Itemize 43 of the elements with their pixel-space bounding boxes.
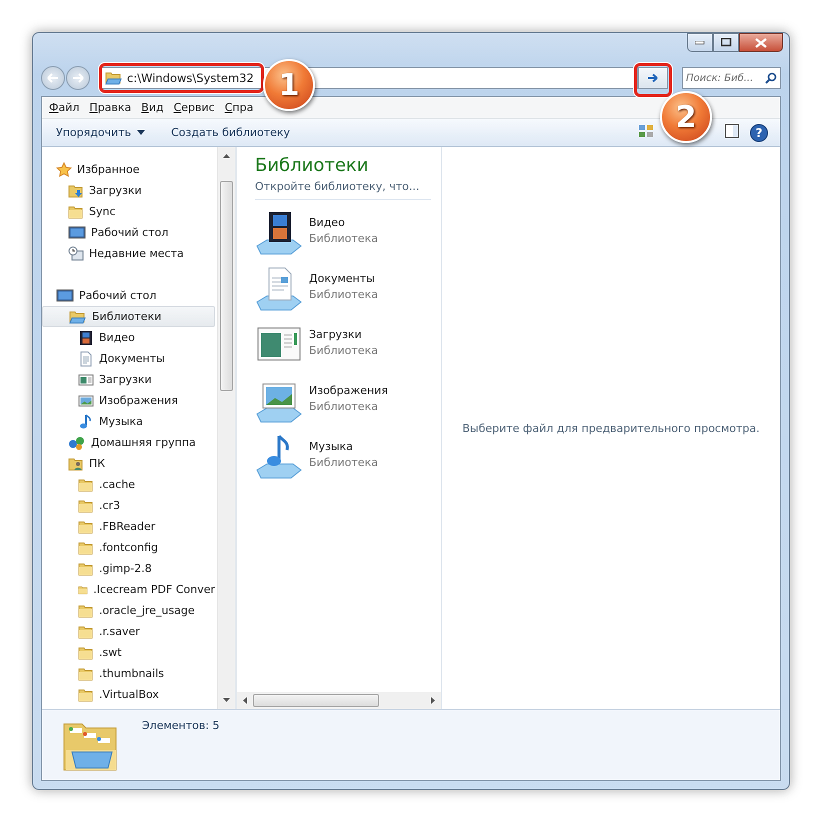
organize-dropdown[interactable]: Упорядочить <box>48 123 154 142</box>
preview-message: Выберите файл для предварительного просмотра. <box>462 422 760 434</box>
tree-item[interactable]: Музыка <box>42 411 215 432</box>
tree-item[interactable]: Изображения <box>42 390 215 411</box>
tree-item[interactable]: Загрузки <box>42 369 215 390</box>
library-item[interactable]: Изображения Библиотека <box>249 374 441 430</box>
help-button[interactable]: ? <box>750 124 768 142</box>
tree-item[interactable]: .Icecream PDF Conver <box>42 579 215 600</box>
tree-item[interactable]: Избранное <box>42 159 215 180</box>
tree-item[interactable]: Библиотеки <box>42 306 215 327</box>
menu-item[interactable]: Спра <box>220 101 258 114</box>
tree-item[interactable]: .cr3 <box>42 495 215 516</box>
search-field[interactable]: Поиск: Биб... <box>682 67 781 89</box>
library-item[interactable]: Видео Библиотека <box>249 206 441 262</box>
libraries-hint: Откройте библиотеку, что... <box>255 180 431 200</box>
tree-item[interactable]: Рабочий стол <box>42 285 215 306</box>
menu-item[interactable]: Вид <box>136 101 169 114</box>
tree-item[interactable]: .VirtualBox <box>42 684 215 705</box>
libraries-heading: Библиотеки <box>255 155 370 176</box>
tree-item[interactable]: .cache <box>42 474 215 495</box>
tree-item[interactable]: Sync <box>42 201 215 222</box>
tree-item[interactable]: .thumbnails <box>42 663 215 684</box>
tree-item[interactable]: .r.saver <box>42 621 215 642</box>
library-item[interactable]: Музыка Библиотека <box>249 430 441 486</box>
library-item[interactable]: Загрузки Библиотека <box>249 318 441 374</box>
menu-item[interactable]: Сервис <box>168 101 220 114</box>
item-count: Элементов: 5 <box>142 719 220 732</box>
menu-item[interactable]: Правка <box>84 101 136 114</box>
library-item[interactable]: Документы Библиотека <box>249 262 441 318</box>
tree-item[interactable]: ПК <box>42 453 215 474</box>
tree-item[interactable]: .FBReader <box>42 516 215 537</box>
tree-item[interactable]: Домашняя группа <box>42 432 215 453</box>
tree-item[interactable]: .fontconfig <box>42 537 215 558</box>
tree-item[interactable]: Видео <box>42 327 215 348</box>
tree-item[interactable]: Документы <box>42 348 215 369</box>
tree-item[interactable]: Рабочий стол <box>42 222 215 243</box>
menu-item[interactable]: Файл <box>44 101 84 114</box>
tree-item[interactable]: .swt <box>42 642 215 663</box>
tree-item[interactable]: Загрузки <box>42 180 215 201</box>
toolbar-button[interactable]: Создать библиотеку <box>163 123 298 142</box>
tree-item[interactable]: .gimp-2.8 <box>42 558 215 579</box>
tree-item[interactable]: .oracle_jre_usage <box>42 600 215 621</box>
tree-item[interactable]: Недавние места <box>42 243 215 264</box>
